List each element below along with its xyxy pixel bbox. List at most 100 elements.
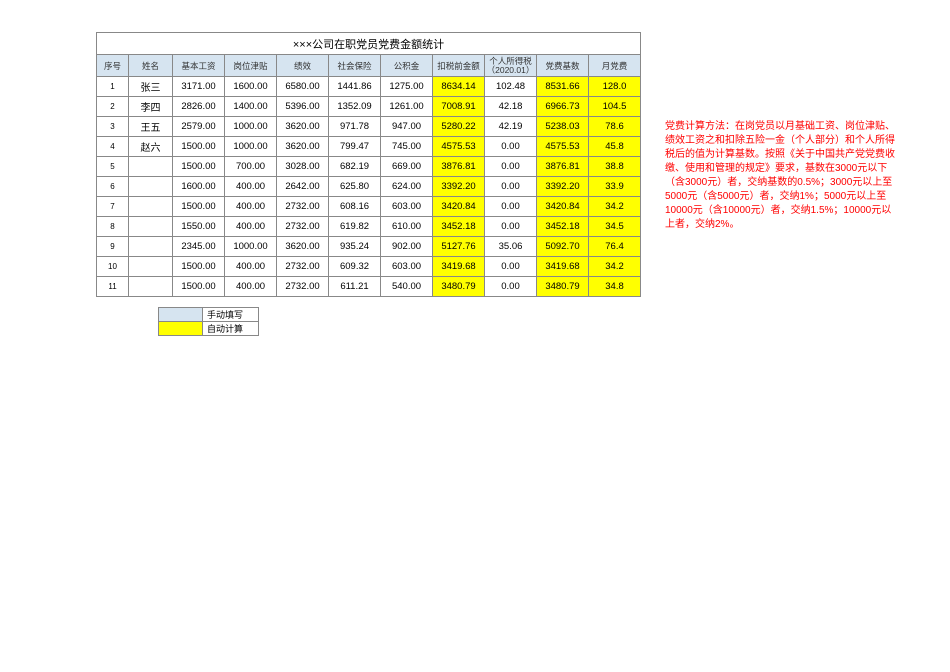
cell-name: 李四	[129, 97, 173, 117]
cell-base: 1500.00	[173, 257, 225, 277]
cell-fee: 38.8	[589, 157, 641, 177]
cell-tax: 42.19	[485, 117, 537, 137]
cell-tax: 42.18	[485, 97, 537, 117]
cell-tax: 35.06	[485, 237, 537, 257]
cell-fee: 76.4	[589, 237, 641, 257]
cell-pretax: 3876.81	[433, 157, 485, 177]
cell-base: 3171.00	[173, 77, 225, 97]
th-allow: 岗位津贴	[225, 55, 277, 77]
cell-jishu: 3392.20	[537, 177, 589, 197]
table-header-row: 序号 姓名 基本工资 岗位津贴 绩效 社会保险 公积金 扣税前金额 个人所得税（…	[97, 55, 641, 77]
cell-social: 799.47	[329, 137, 381, 157]
cell-perf: 5396.00	[277, 97, 329, 117]
table-row: 2李四2826.001400.005396.001352.091261.0070…	[97, 97, 641, 117]
table-row: 7 1500.00400.002732.00608.16603.00 3420.84…	[97, 197, 641, 217]
cell-pretax: 5127.76	[433, 237, 485, 257]
cell-name	[129, 197, 173, 217]
th-social: 社会保险	[329, 55, 381, 77]
cell-jishu: 3480.79	[537, 277, 589, 297]
cell-social: 625.80	[329, 177, 381, 197]
cell-perf: 3028.00	[277, 157, 329, 177]
cell-seq: 4	[97, 137, 129, 157]
cell-name: 王五	[129, 117, 173, 137]
cell-base: 2826.00	[173, 97, 225, 117]
cell-tax: 0.00	[485, 157, 537, 177]
cell-allow: 1600.00	[225, 77, 277, 97]
cell-name	[129, 177, 173, 197]
cell-allow: 400.00	[225, 257, 277, 277]
cell-allow: 400.00	[225, 197, 277, 217]
th-tax: 个人所得税（2020.01）	[485, 55, 537, 77]
cell-jishu: 3452.18	[537, 217, 589, 237]
cell-name: 赵六	[129, 137, 173, 157]
cell-fund: 603.00	[381, 197, 433, 217]
cell-fund: 947.00	[381, 117, 433, 137]
cell-base: 1550.00	[173, 217, 225, 237]
cell-perf: 3620.00	[277, 117, 329, 137]
cell-fee: 45.8	[589, 137, 641, 157]
cell-tax: 0.00	[485, 257, 537, 277]
cell-allow: 1400.00	[225, 97, 277, 117]
cell-social: 611.21	[329, 277, 381, 297]
cell-name	[129, 257, 173, 277]
cell-base: 1500.00	[173, 277, 225, 297]
cell-base: 1500.00	[173, 137, 225, 157]
table-row: 3王五2579.001000.003620.00971.78947.005280…	[97, 117, 641, 137]
cell-seq: 3	[97, 117, 129, 137]
table-row: 61600.00400.002642.00625.80624.003392.20…	[97, 177, 641, 197]
cell-perf: 2732.00	[277, 217, 329, 237]
table-row: 111500.00400.002732.00611.21540.003480.7…	[97, 277, 641, 297]
cell-jishu: 6966.73	[537, 97, 589, 117]
cell-perf: 2732.00	[277, 197, 329, 217]
cell-perf: 6580.00	[277, 77, 329, 97]
cell-fund: 902.00	[381, 237, 433, 257]
cell-fund: 669.00	[381, 157, 433, 177]
table-title: ×××公司在职党员党费金额统计	[97, 33, 641, 55]
table-row: 1张三3171.001600.006580.001441.861275.0086…	[97, 77, 641, 97]
cell-allow: 700.00	[225, 157, 277, 177]
cell-perf: 2642.00	[277, 177, 329, 197]
cell-base: 2345.00	[173, 237, 225, 257]
cell-pretax: 3480.79	[433, 277, 485, 297]
cell-tax: 0.00	[485, 197, 537, 217]
party-fee-table: ×××公司在职党员党费金额统计 序号 姓名 基本工资 岗位津贴 绩效 社会保险 …	[96, 32, 641, 297]
cell-fund: 540.00	[381, 277, 433, 297]
cell-pretax: 5280.22	[433, 117, 485, 137]
table-row: 81550.00400.002732.00619.82610.003452.18…	[97, 217, 641, 237]
cell-fund: 1261.00	[381, 97, 433, 117]
cell-base: 1600.00	[173, 177, 225, 197]
cell-social: 619.82	[329, 217, 381, 237]
cell-fund: 610.00	[381, 217, 433, 237]
cell-fee: 34.2	[589, 257, 641, 277]
legend-swatch-auto	[159, 322, 203, 336]
cell-social: 971.78	[329, 117, 381, 137]
cell-fee: 34.5	[589, 217, 641, 237]
cell-tax: 0.00	[485, 177, 537, 197]
cell-fee: 104.5	[589, 97, 641, 117]
cell-seq: 10	[97, 257, 129, 277]
cell-fee: 33.9	[589, 177, 641, 197]
cell-social: 1441.86	[329, 77, 381, 97]
table-row: 51500.00700.003028.00682.19669.003876.81…	[97, 157, 641, 177]
cell-jishu: 3420.84	[537, 197, 589, 217]
cell-name	[129, 237, 173, 257]
cell-base: 2579.00	[173, 117, 225, 137]
table-row: 101500.00400.002732.00609.32603.003419.6…	[97, 257, 641, 277]
th-fee: 月党费	[589, 55, 641, 77]
legend-label-auto: 自动计算	[203, 322, 259, 336]
calculation-note: 党费计算方法：在岗党员以月基础工资、岗位津贴、绩效工资之和扣除五险一金（个人部分…	[665, 120, 895, 232]
cell-pretax: 3452.18	[433, 217, 485, 237]
cell-social: 608.16	[329, 197, 381, 217]
cell-social: 609.32	[329, 257, 381, 277]
cell-allow: 1000.00	[225, 137, 277, 157]
cell-tax: 0.00	[485, 277, 537, 297]
cell-name	[129, 277, 173, 297]
cell-pretax: 4575.53	[433, 137, 485, 157]
cell-seq: 7	[97, 197, 129, 217]
cell-name	[129, 157, 173, 177]
legend-label-manual: 手动填写	[203, 308, 259, 322]
cell-fund: 624.00	[381, 177, 433, 197]
cell-fee: 128.0	[589, 77, 641, 97]
cell-base: 1500.00	[173, 197, 225, 217]
cell-tax: 102.48	[485, 77, 537, 97]
